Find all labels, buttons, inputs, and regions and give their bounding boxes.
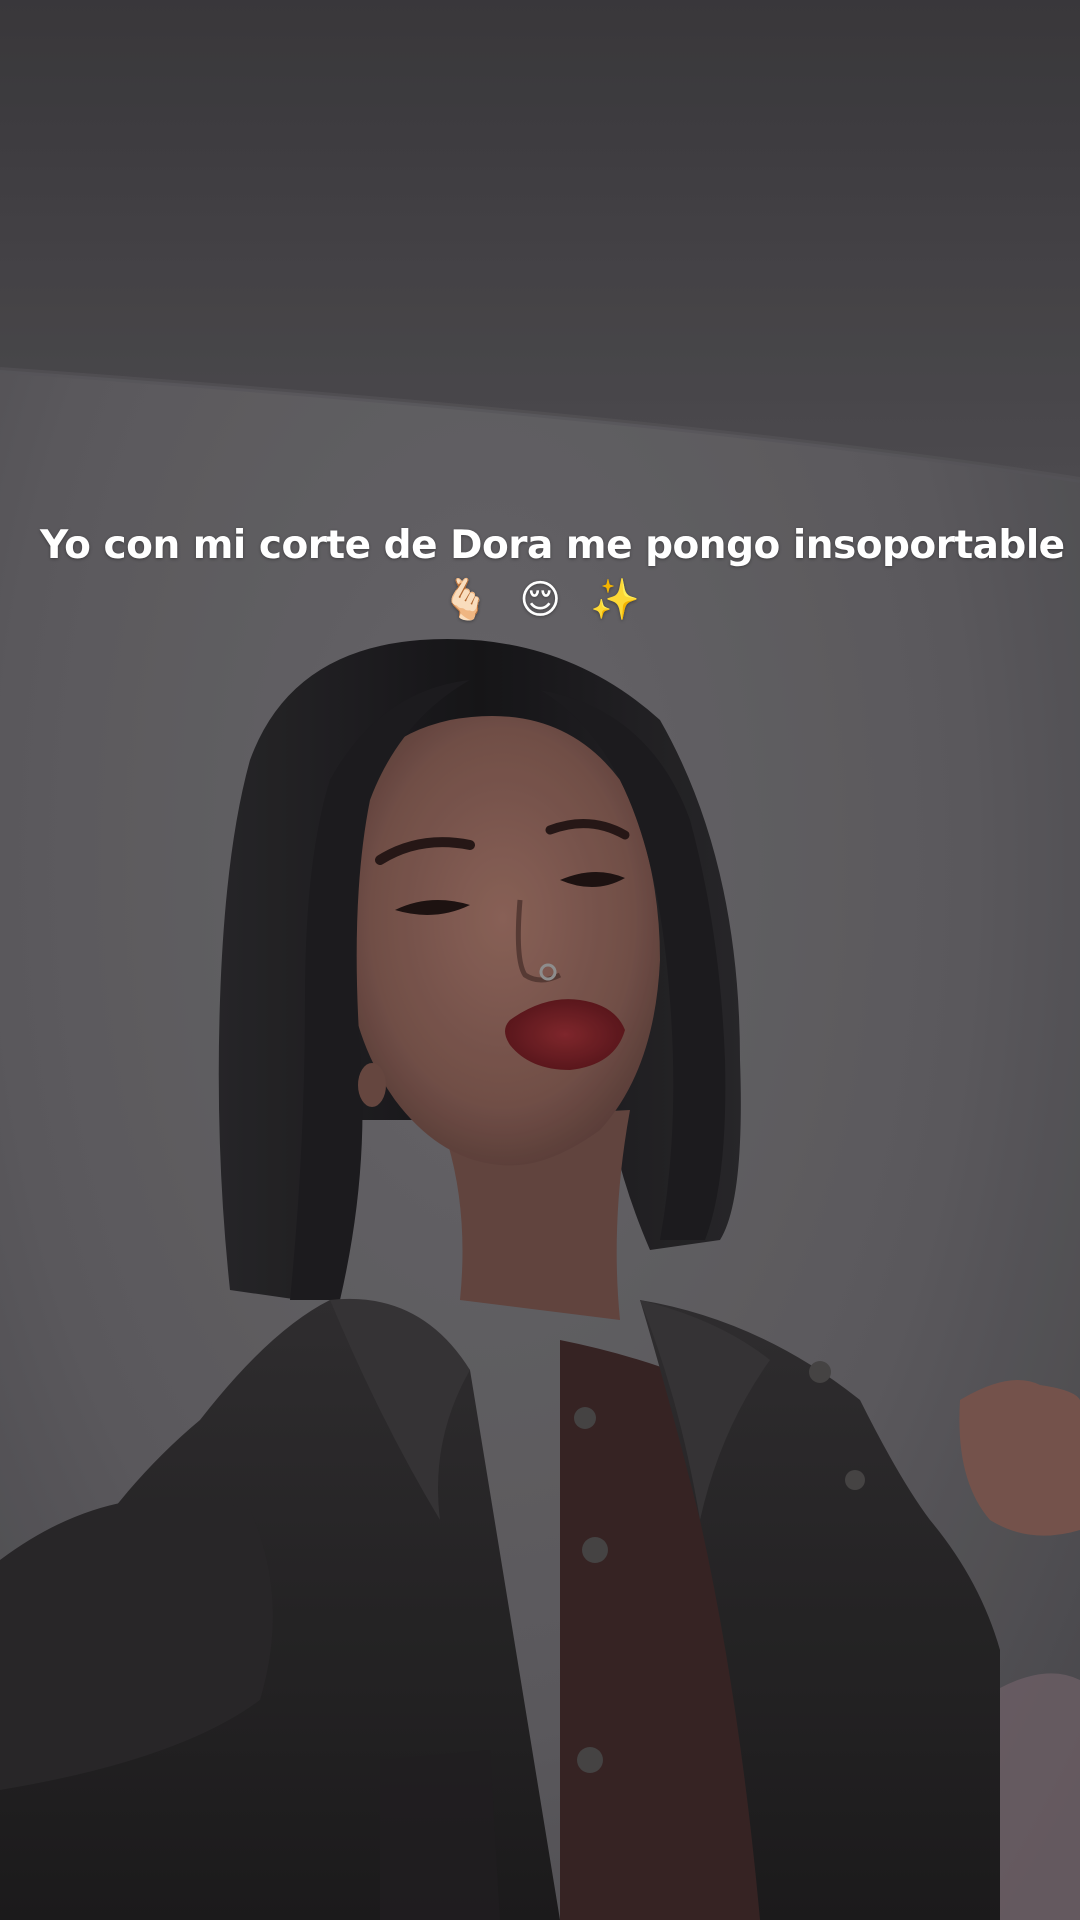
sparkles-icon: ✨ bbox=[590, 577, 640, 623]
video-caption: Yo con mi corte de Dora me pongo insopor… bbox=[40, 520, 1065, 628]
selfie-photo bbox=[0, 0, 1080, 1920]
caption-emojis: 🫰🏻 😌 ✨ bbox=[40, 572, 1040, 628]
relieved-face-icon: 😌 bbox=[519, 577, 561, 623]
video-frame: Yo con mi corte de Dora me pongo insopor… bbox=[0, 0, 1080, 1920]
hand-heart-icon: 🫰🏻 bbox=[440, 577, 491, 623]
caption-text: Yo con mi corte de Dora me pongo insopor… bbox=[40, 523, 1065, 568]
